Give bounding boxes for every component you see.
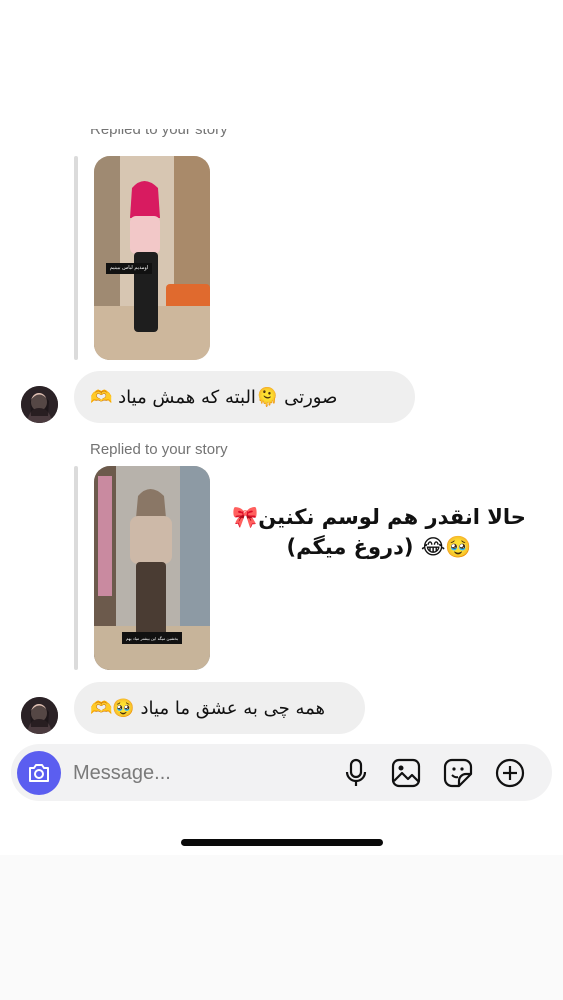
sender-avatar-1[interactable]	[21, 386, 58, 423]
story-photo-1	[94, 156, 210, 360]
message-input[interactable]	[73, 756, 323, 790]
sticker-button[interactable]	[442, 757, 474, 789]
message-bubble-1[interactable]: صورتی 🫠البته که همش میاد 🫶	[74, 371, 415, 423]
sticker-icon	[443, 758, 473, 788]
reply-label-2: Replied to your story	[90, 441, 228, 458]
microphone-button[interactable]	[340, 757, 372, 789]
more-options-button[interactable]	[494, 757, 526, 789]
reply-label-1: Replied to your story	[90, 129, 228, 138]
gallery-button[interactable]	[390, 757, 422, 789]
message-composer	[11, 744, 552, 801]
plus-icon	[495, 758, 525, 788]
bottom-safe-area	[0, 855, 563, 1000]
gallery-icon	[391, 758, 421, 788]
camera-button[interactable]	[17, 751, 61, 795]
top-blank-area	[0, 0, 563, 128]
message-text-2: همه چی به عشق ما میاد 🥹🫶	[90, 697, 326, 719]
avatar-photo	[21, 697, 58, 734]
story-overlay-text: حالا انقدر هم لوسم نکنین🎀🥹😂 (دروغ میگم)	[232, 505, 526, 559]
camera-icon	[29, 764, 49, 782]
message-bubble-2[interactable]: همه چی به عشق ما میاد 🥹🫶	[74, 682, 365, 734]
sender-avatar-2[interactable]	[21, 697, 58, 734]
avatar-photo	[21, 386, 58, 423]
reply-quote-bar-1	[74, 156, 78, 360]
microphone-icon	[345, 758, 367, 786]
reply-quote-bar-2	[74, 466, 78, 670]
story-caption-2: بخشین میگه این بیشتر میاد بهم	[125, 636, 179, 641]
story-thumbnail-2[interactable]: بخشین میگه این بیشتر میاد بهم	[94, 466, 210, 670]
home-indicator[interactable]	[181, 839, 383, 846]
story-caption-1: اومدیم لباس ببینیم	[109, 265, 149, 271]
story-thumbnail-1[interactable]: اومدیم لباس ببینیم	[94, 156, 210, 360]
message-text-1: صورتی 🫠البته که همش میاد 🫶	[90, 386, 338, 408]
